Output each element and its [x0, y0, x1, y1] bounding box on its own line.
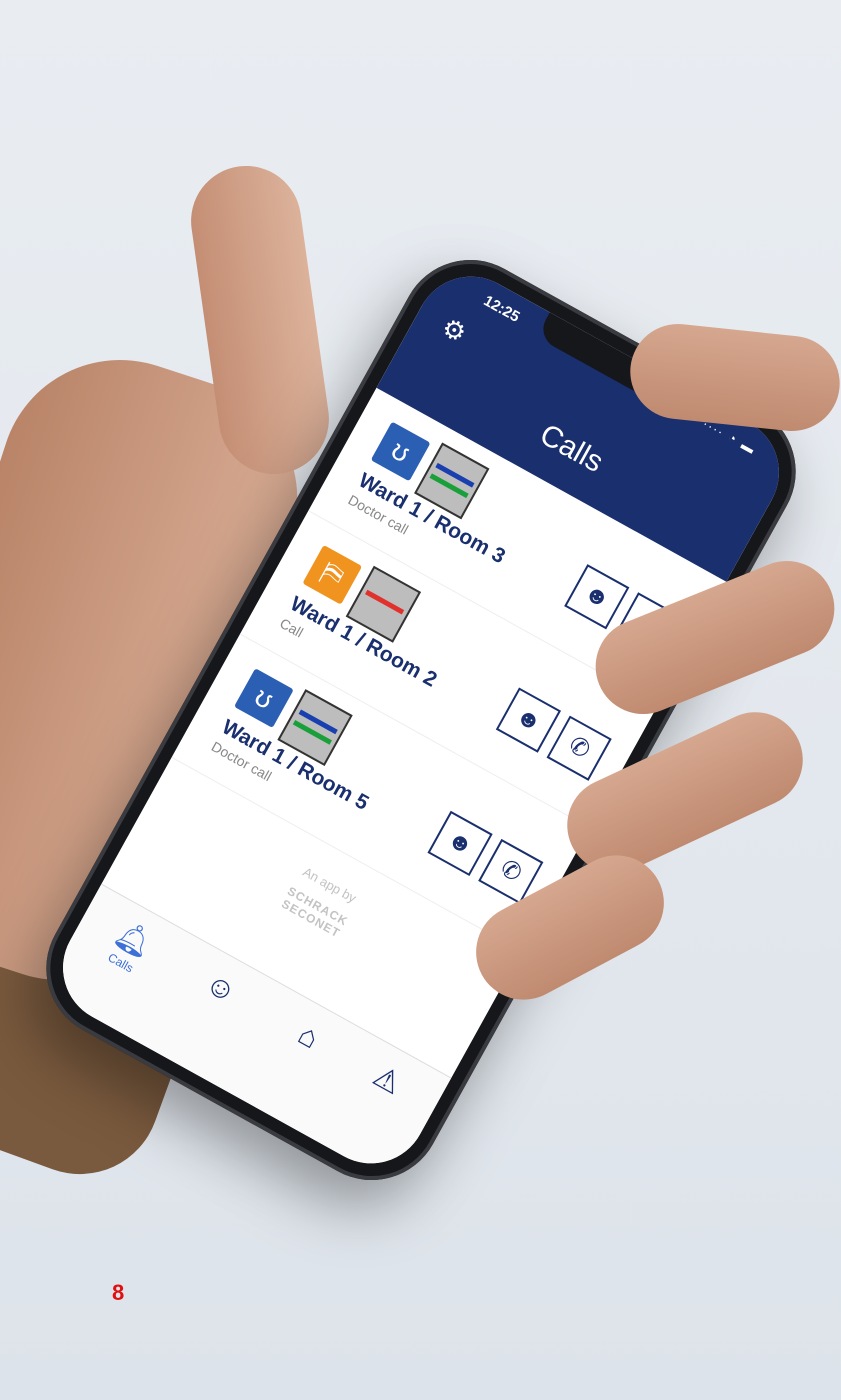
- phone-call-button[interactable]: ✆: [546, 715, 612, 781]
- phone-icon: ✆: [495, 854, 527, 888]
- status-time: 12:25: [480, 292, 523, 326]
- door-icon: ⛿: [302, 544, 363, 605]
- stethoscope-icon: ʊ: [370, 421, 431, 482]
- tab-rooms[interactable]: ⌂: [261, 1000, 356, 1073]
- phone-icon: ✆: [564, 731, 595, 765]
- tab-presence[interactable]: ☺: [173, 952, 268, 1025]
- person-check-icon: ☻: [442, 825, 478, 861]
- accept-call-button[interactable]: ☻: [427, 810, 493, 877]
- person-check-icon: ☻: [511, 701, 547, 738]
- tab-alerts[interactable]: ⚠: [339, 1044, 434, 1117]
- stethoscope-icon: ʊ: [234, 668, 294, 729]
- person-check-icon: ☺: [199, 966, 243, 1010]
- accept-call-button[interactable]: ☻: [564, 564, 630, 630]
- warning-icon: ⚠: [367, 1059, 407, 1102]
- status-bar-red: [365, 589, 405, 615]
- tab-calls[interactable]: 🔔︎ Calls: [78, 903, 181, 990]
- accept-call-button[interactable]: ☻: [495, 687, 562, 753]
- person-check-icon: ☻: [579, 578, 615, 615]
- page-number: 8: [112, 1280, 125, 1305]
- room-icon: ⌂: [292, 1017, 325, 1056]
- gear-icon[interactable]: ⚙: [435, 311, 473, 349]
